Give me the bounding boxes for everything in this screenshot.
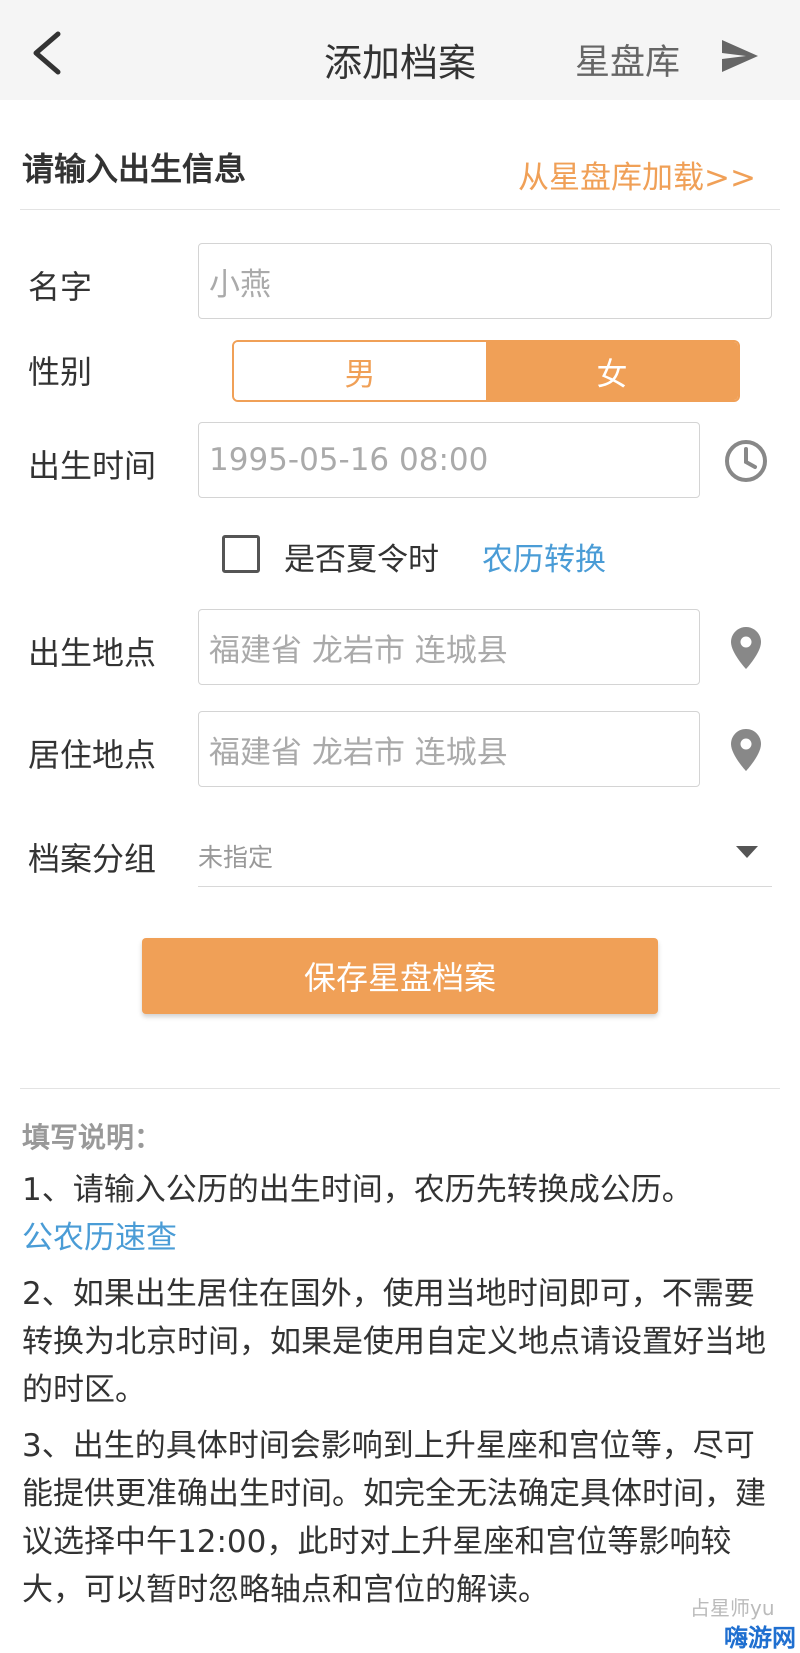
section-title: 请输入出生信息 — [22, 150, 247, 188]
birth-time-value: 1995-05-16 08:00 — [209, 442, 489, 478]
map-pin-icon[interactable] — [730, 626, 762, 670]
divider — [20, 209, 780, 210]
divider — [20, 1088, 780, 1089]
save-chart-button[interactable]: 保存星盘档案 — [142, 938, 658, 1014]
chart-library-button[interactable]: 星盘库 — [575, 34, 680, 85]
gender-label: 性别 — [28, 353, 93, 391]
birth-place-value: 福建省 龙岩市 连城县 — [209, 632, 508, 669]
caret-down-icon[interactable] — [736, 846, 758, 858]
birth-time-label: 出生时间 — [28, 447, 157, 485]
navbar: 添加档案 星盘库 — [0, 0, 800, 100]
group-label: 档案分组 — [28, 840, 157, 878]
gender-female-option[interactable]: 女 — [486, 342, 738, 400]
group-underline — [198, 886, 772, 887]
note-item: 3、出生的具体时间会影响到上升星座和宫位等，尽可能提供更准确出生时间。如完全无法… — [22, 1428, 766, 1608]
note-item: 1、请输入公历的出生时间，农历先转换成公历。 公农历速查 — [22, 1166, 782, 1262]
calendar-lookup-link[interactable]: 公农历速查 — [22, 1220, 177, 1256]
residence-input[interactable]: 福建省 龙岩市 连城县 — [198, 711, 700, 787]
birth-place-label: 出生地点 — [28, 634, 157, 672]
lunar-convert-link[interactable]: 农历转换 — [482, 534, 606, 579]
page-title: 添加档案 — [323, 41, 476, 85]
send-icon[interactable] — [720, 38, 760, 74]
map-pin-icon[interactable] — [730, 728, 762, 772]
name-placeholder: 小燕 — [209, 266, 271, 303]
note-text: 1、请输入公历的出生时间，农历先转换成公历。 — [22, 1172, 693, 1208]
dst-checkbox[interactable] — [222, 535, 260, 573]
name-label: 名字 — [28, 268, 93, 306]
dst-label: 是否夏令时 — [284, 542, 439, 578]
residence-value: 福建省 龙岩市 连城县 — [209, 734, 508, 771]
residence-label: 居住地点 — [28, 736, 157, 774]
name-input[interactable]: 小燕 — [198, 243, 772, 319]
group-select[interactable]: 未指定 — [198, 838, 273, 874]
clock-icon[interactable] — [724, 439, 768, 483]
watermark-author: 占星师yu — [690, 1596, 775, 1620]
watermark-brand: 嗨游网 — [724, 1624, 796, 1652]
load-from-library-link[interactable]: 从星盘库加载>> — [518, 152, 756, 197]
gender-male-option[interactable]: 男 — [234, 342, 486, 400]
birth-place-input[interactable]: 福建省 龙岩市 连城县 — [198, 609, 700, 685]
notes-title: 填写说明： — [22, 1121, 163, 1154]
note-item: 2、如果出生居住在国外，使用当地时间即可，不需要转换为北京时间，如果是使用自定义… — [22, 1276, 766, 1408]
gender-toggle[interactable]: 男 女 — [232, 340, 740, 402]
birth-time-input[interactable]: 1995-05-16 08:00 — [198, 422, 700, 498]
